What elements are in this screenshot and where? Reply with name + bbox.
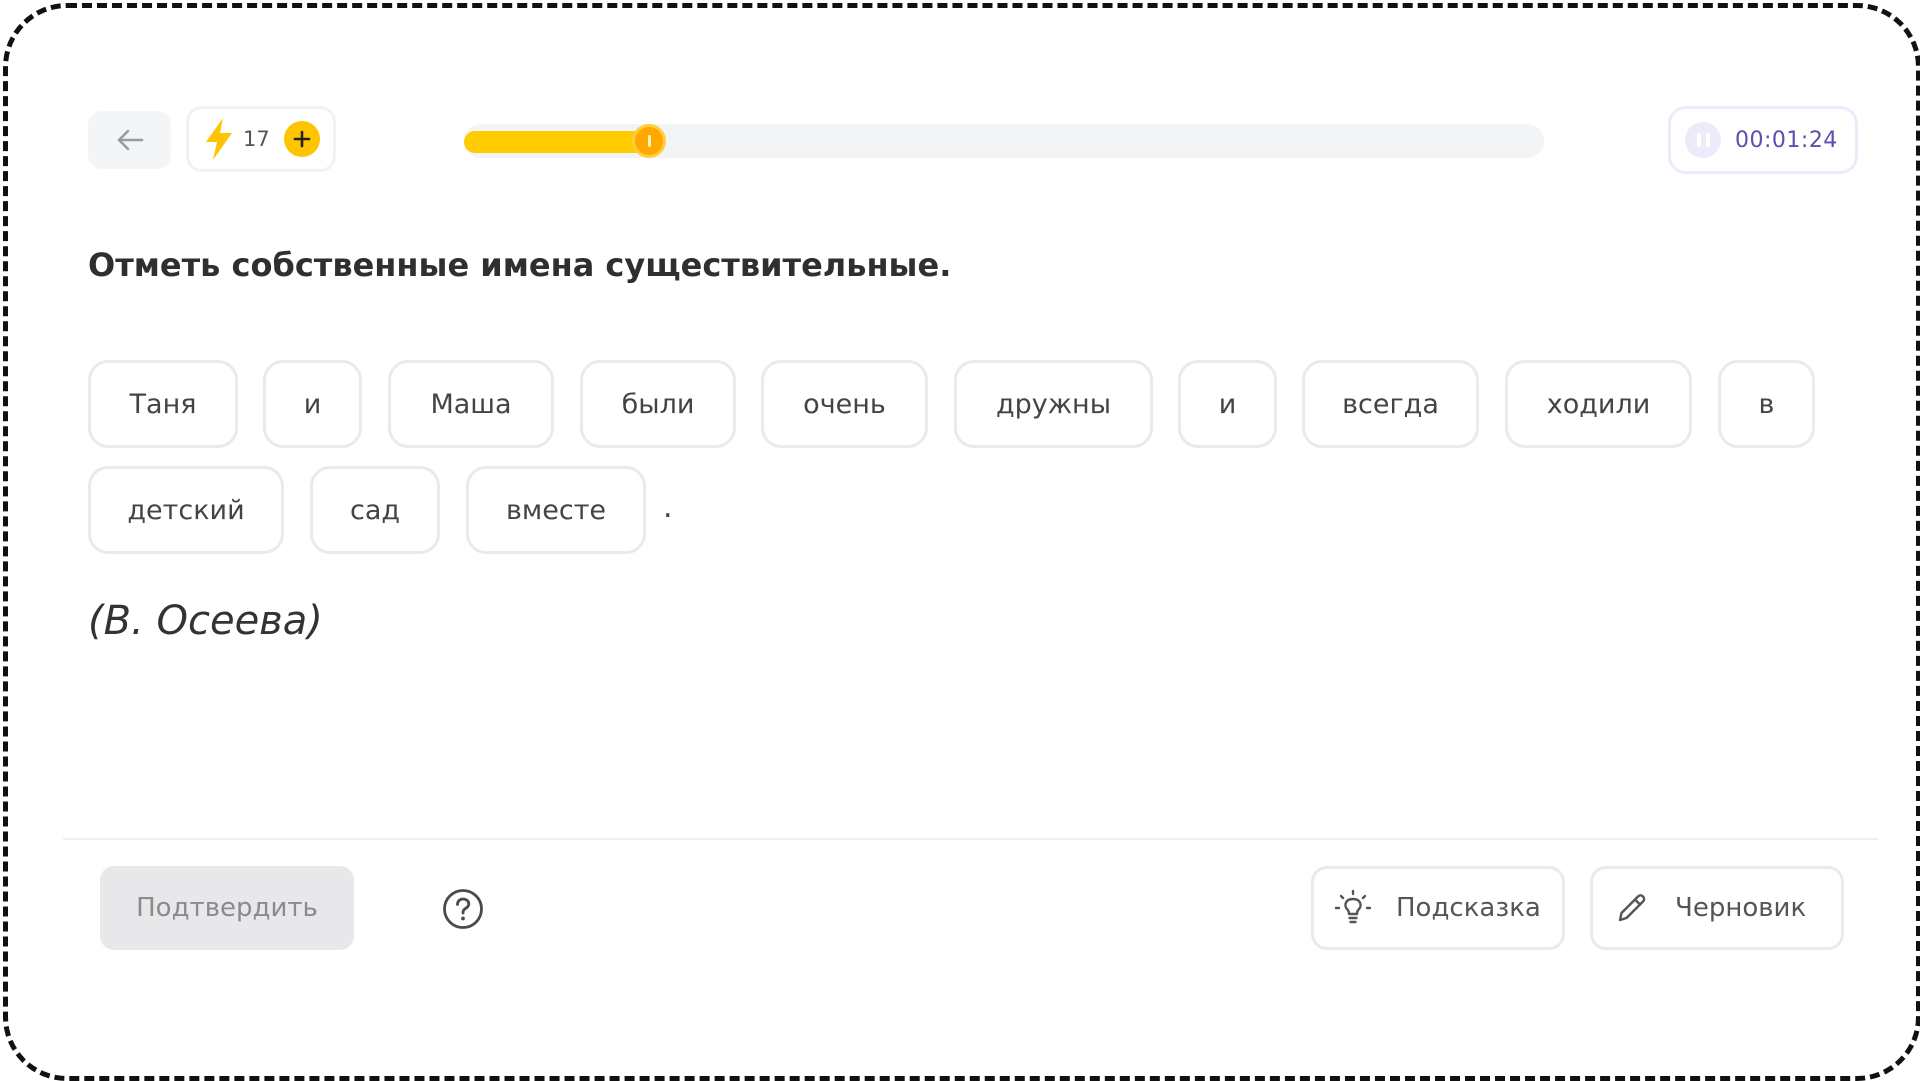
app-frame: 17 00:01:24 Отметь собственные имена сущ… (3, 3, 1920, 1081)
word-chip[interactable]: сад (310, 466, 440, 554)
word-chip[interactable]: детский (88, 466, 284, 554)
pause-icon (1685, 122, 1721, 158)
add-energy-button[interactable] (283, 121, 320, 157)
author-attribution: (В. Осеева) (88, 598, 323, 644)
word-chip[interactable]: дружны (954, 360, 1153, 448)
energy-count: 17 (243, 127, 270, 151)
word-chip[interactable]: очень (761, 360, 928, 448)
lightning-icon (206, 118, 232, 160)
timer-value: 00:01:24 (1735, 127, 1838, 153)
plus-icon (293, 130, 311, 148)
hint-button[interactable]: Подсказка (1311, 866, 1565, 950)
back-button[interactable] (88, 111, 171, 169)
energy-counter: 17 (186, 106, 336, 172)
word-chip[interactable]: ходили (1505, 360, 1692, 448)
word-chip[interactable]: были (580, 360, 736, 448)
question-mark-icon (443, 889, 483, 929)
progress-fill (464, 131, 652, 153)
arrow-left-icon (117, 129, 143, 151)
question-prompt: Отметь собственные имена существительные… (88, 246, 952, 284)
draft-button[interactable]: Черновик (1590, 866, 1844, 950)
progress-bar (464, 124, 1544, 158)
timer-button[interactable]: 00:01:24 (1668, 106, 1858, 174)
word-chip[interactable]: и (1178, 360, 1277, 448)
word-chip[interactable]: вместе (466, 466, 646, 554)
draft-label: Черновик (1675, 893, 1807, 923)
hint-label: Подсказка (1396, 893, 1541, 923)
word-chip[interactable]: Маша (388, 360, 554, 448)
word-chip[interactable]: и (263, 360, 362, 448)
word-chip[interactable]: в (1718, 360, 1815, 448)
help-button[interactable] (442, 888, 484, 930)
word-chip[interactable]: всегда (1302, 360, 1479, 448)
lightbulb-icon (1334, 889, 1372, 924)
word-chip[interactable]: Таня (88, 360, 238, 448)
pencil-icon (1618, 894, 1646, 922)
footer-divider (63, 838, 1878, 840)
confirm-button[interactable]: Подтвердить (100, 866, 354, 950)
sentence-period: . (663, 490, 673, 525)
progress-knob (632, 124, 666, 158)
